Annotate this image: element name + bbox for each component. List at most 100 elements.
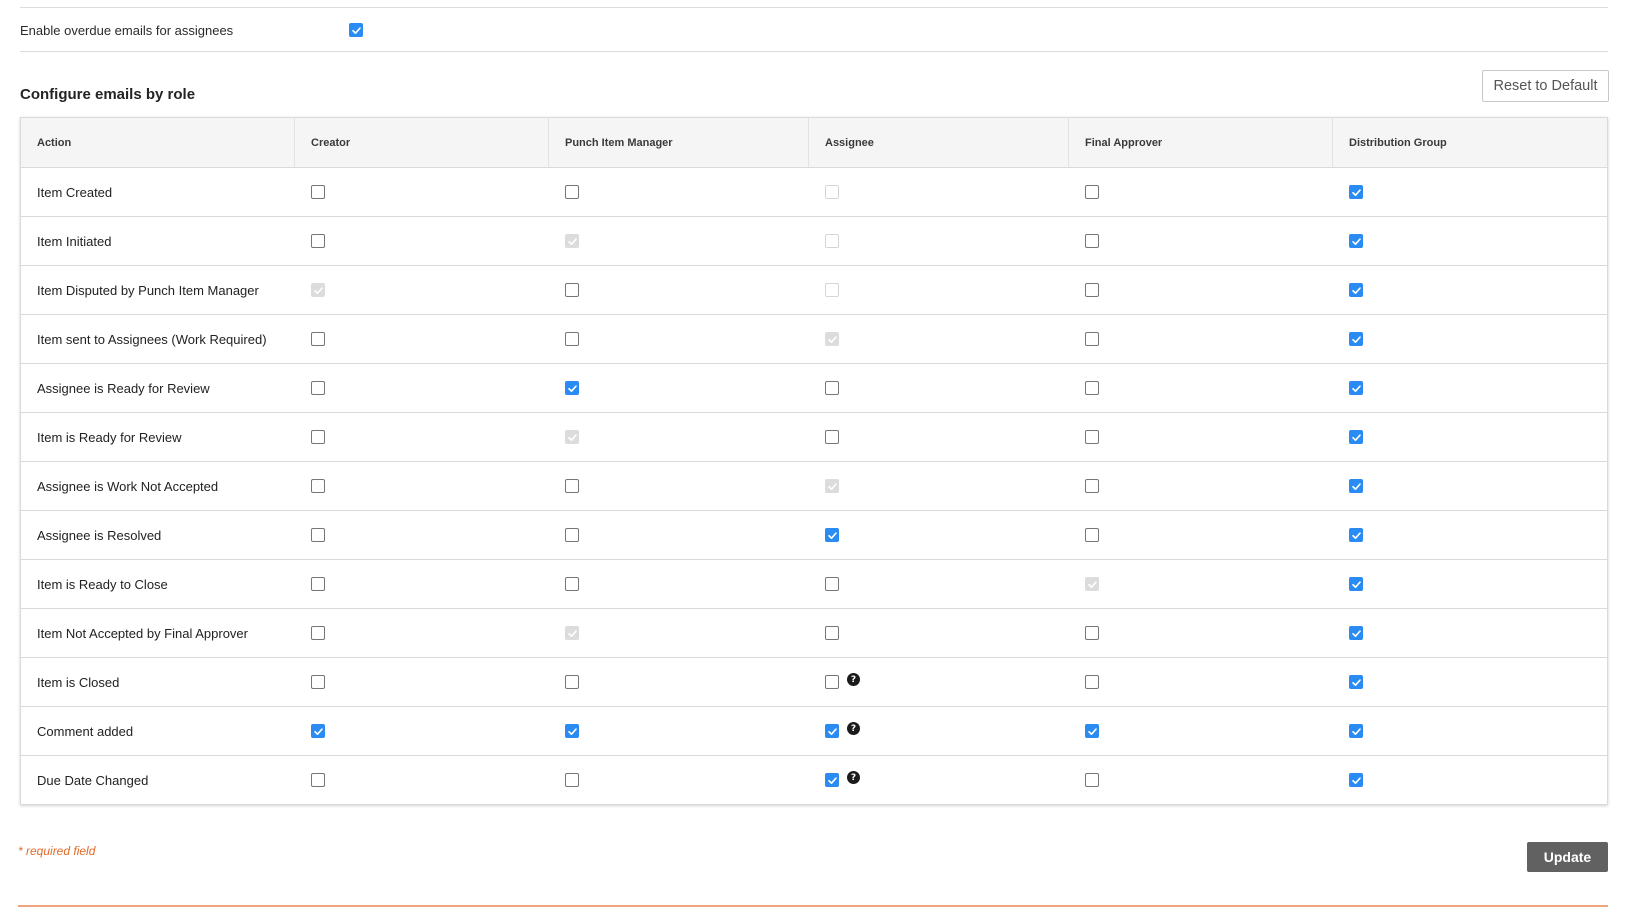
question-circle-icon[interactable]: ?	[847, 673, 860, 686]
role-checkbox[interactable]	[311, 332, 325, 346]
role-checkbox[interactable]	[1349, 528, 1363, 542]
role-checkbox[interactable]	[825, 626, 839, 640]
role-checkbox[interactable]	[311, 479, 325, 493]
role-checkbox	[565, 430, 579, 444]
role-checkbox[interactable]	[1349, 332, 1363, 346]
table-row: Item Disputed by Punch Item Manager	[21, 266, 1607, 315]
role-checkbox[interactable]	[825, 430, 839, 444]
column-header-distribution-group: Distribution Group	[1349, 136, 1447, 149]
role-checkbox[interactable]	[1085, 724, 1099, 738]
role-checkbox[interactable]	[1085, 626, 1099, 640]
checkmark-icon	[1351, 433, 1361, 441]
role-cell-creator	[295, 462, 549, 510]
role-cell-creator	[295, 707, 549, 755]
checkmark-icon	[1351, 776, 1361, 784]
role-cell-assignee	[809, 315, 1069, 363]
role-checkbox[interactable]	[1349, 724, 1363, 738]
role-cell-punch-item-manager	[549, 511, 809, 559]
role-checkbox[interactable]	[565, 773, 579, 787]
role-checkbox[interactable]	[825, 675, 839, 689]
role-checkbox[interactable]	[311, 234, 325, 248]
role-checkbox[interactable]	[1085, 234, 1099, 248]
role-checkbox[interactable]	[565, 675, 579, 689]
checkmark-icon	[1351, 629, 1361, 637]
role-checkbox[interactable]	[1085, 185, 1099, 199]
action-label: Due Date Changed	[37, 772, 149, 788]
role-checkbox[interactable]	[311, 724, 325, 738]
overdue-label: Enable overdue emails for assignees	[20, 22, 234, 38]
role-checkbox[interactable]	[565, 577, 579, 591]
role-cell-distribution-group	[1333, 315, 1607, 363]
role-checkbox[interactable]	[1085, 675, 1099, 689]
role-checkbox[interactable]	[1085, 479, 1099, 493]
role-cell-punch-item-manager	[549, 756, 809, 804]
table-row: Item Not Accepted by Final Approver	[21, 609, 1607, 658]
role-checkbox[interactable]	[311, 773, 325, 787]
role-checkbox[interactable]	[825, 577, 839, 591]
role-cell-final-approver	[1069, 413, 1333, 461]
role-checkbox	[825, 185, 839, 199]
checkmark-icon	[1351, 580, 1361, 588]
role-cell-assignee	[809, 511, 1069, 559]
role-checkbox[interactable]	[1085, 528, 1099, 542]
role-checkbox[interactable]	[1349, 381, 1363, 395]
question-circle-icon[interactable]: ?	[847, 771, 860, 784]
checkmark-icon	[313, 727, 323, 735]
action-label: Assignee is Ready for Review	[37, 380, 210, 396]
role-checkbox	[825, 479, 839, 493]
role-cell-punch-item-manager	[549, 560, 809, 608]
email-settings-page: Enable overdue emails for assignees Conf…	[0, 0, 1627, 915]
checkmark-icon	[827, 335, 837, 343]
action-label: Item is Ready to Close	[37, 576, 168, 592]
role-checkbox[interactable]	[825, 381, 839, 395]
role-checkbox[interactable]	[1349, 430, 1363, 444]
role-checkbox[interactable]	[1349, 577, 1363, 591]
role-checkbox[interactable]	[1085, 773, 1099, 787]
role-cell-distribution-group	[1333, 560, 1607, 608]
question-circle-icon[interactable]: ?	[847, 722, 860, 735]
role-checkbox[interactable]	[311, 577, 325, 591]
role-checkbox[interactable]	[1349, 283, 1363, 297]
checkmark-icon	[567, 727, 577, 735]
role-checkbox[interactable]	[825, 773, 839, 787]
role-cell-distribution-group	[1333, 707, 1607, 755]
role-checkbox[interactable]	[565, 528, 579, 542]
role-cell-punch-item-manager	[549, 217, 809, 265]
role-checkbox[interactable]	[1085, 430, 1099, 444]
role-checkbox[interactable]	[311, 381, 325, 395]
overdue-checkbox[interactable]	[349, 23, 363, 37]
role-checkbox[interactable]	[311, 185, 325, 199]
role-checkbox[interactable]	[1349, 479, 1363, 493]
checkmark-icon	[827, 531, 837, 539]
role-checkbox[interactable]	[565, 381, 579, 395]
reset-to-default-button[interactable]: Reset to Default	[1482, 70, 1609, 102]
role-checkbox[interactable]	[1349, 675, 1363, 689]
role-checkbox[interactable]	[1085, 381, 1099, 395]
role-checkbox[interactable]	[565, 332, 579, 346]
role-checkbox[interactable]	[825, 724, 839, 738]
role-cell-creator	[295, 756, 549, 804]
role-checkbox[interactable]	[825, 528, 839, 542]
role-checkbox[interactable]	[1085, 283, 1099, 297]
role-checkbox[interactable]	[565, 185, 579, 199]
role-checkbox[interactable]	[311, 430, 325, 444]
role-checkbox[interactable]	[311, 528, 325, 542]
role-checkbox[interactable]	[1349, 185, 1363, 199]
role-checkbox[interactable]	[311, 626, 325, 640]
role-checkbox[interactable]	[1085, 332, 1099, 346]
checkmark-icon	[1351, 237, 1361, 245]
role-checkbox[interactable]	[565, 479, 579, 493]
role-checkbox[interactable]	[565, 283, 579, 297]
role-cell-final-approver	[1069, 609, 1333, 657]
role-cell-punch-item-manager	[549, 658, 809, 706]
role-checkbox[interactable]	[565, 724, 579, 738]
role-cell-distribution-group	[1333, 756, 1607, 804]
role-checkbox[interactable]	[1349, 234, 1363, 248]
checkmark-icon	[567, 237, 577, 245]
role-checkbox[interactable]	[311, 675, 325, 689]
role-cell-distribution-group	[1333, 168, 1607, 216]
update-button[interactable]: Update	[1527, 842, 1608, 872]
role-cell-assignee	[809, 364, 1069, 412]
role-checkbox[interactable]	[1349, 773, 1363, 787]
role-checkbox[interactable]	[1349, 626, 1363, 640]
